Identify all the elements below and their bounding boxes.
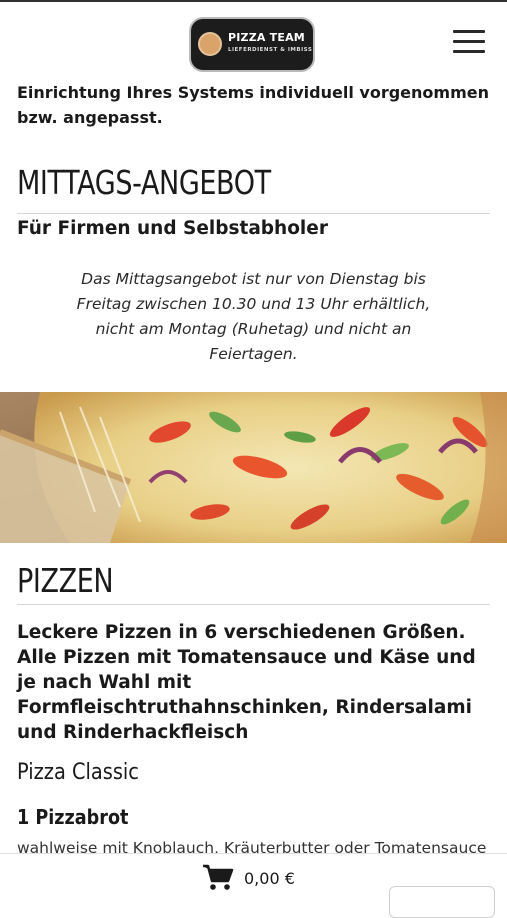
product-title[interactable]: 1 Pizzabrot — [17, 805, 128, 829]
floating-action-button[interactable] — [389, 886, 495, 918]
pizzen-description: Leckere Pizzen in 6 verschiedenen Größen… — [17, 622, 476, 743]
category-title: Pizza Classic — [17, 760, 139, 785]
header-bar: PIZZA TEAM LIEFERDIENST & IMBISS — [0, 0, 507, 80]
logo-title: PIZZA TEAM — [228, 31, 305, 44]
pizza-logo-icon — [198, 32, 222, 56]
site-logo[interactable]: PIZZA TEAM LIEFERDIENST & IMBISS — [189, 17, 315, 72]
lunch-subheading: Für Firmen und Selbstabholer — [17, 218, 328, 239]
pizzen-heading: PIZZEN — [17, 561, 114, 600]
lunch-heading: MITTAGS-ANGEBOT — [17, 163, 271, 202]
lunch-divider — [17, 213, 490, 214]
pizzen-divider — [17, 604, 490, 605]
pizza-hero-image — [0, 392, 507, 543]
hamburger-menu-icon[interactable] — [453, 29, 485, 53]
intro-text: Einrichtung Ihres Systems individuell vo… — [17, 83, 489, 127]
cart-bar[interactable]: 0,00 € — [0, 853, 507, 918]
lunch-note: Das Mittagsangebot ist nur von Dienstag … — [76, 270, 431, 363]
cart-total: 0,00 € — [244, 869, 295, 888]
cart-icon[interactable] — [202, 863, 234, 891]
logo-subtitle: LIEFERDIENST & IMBISS — [228, 47, 313, 53]
